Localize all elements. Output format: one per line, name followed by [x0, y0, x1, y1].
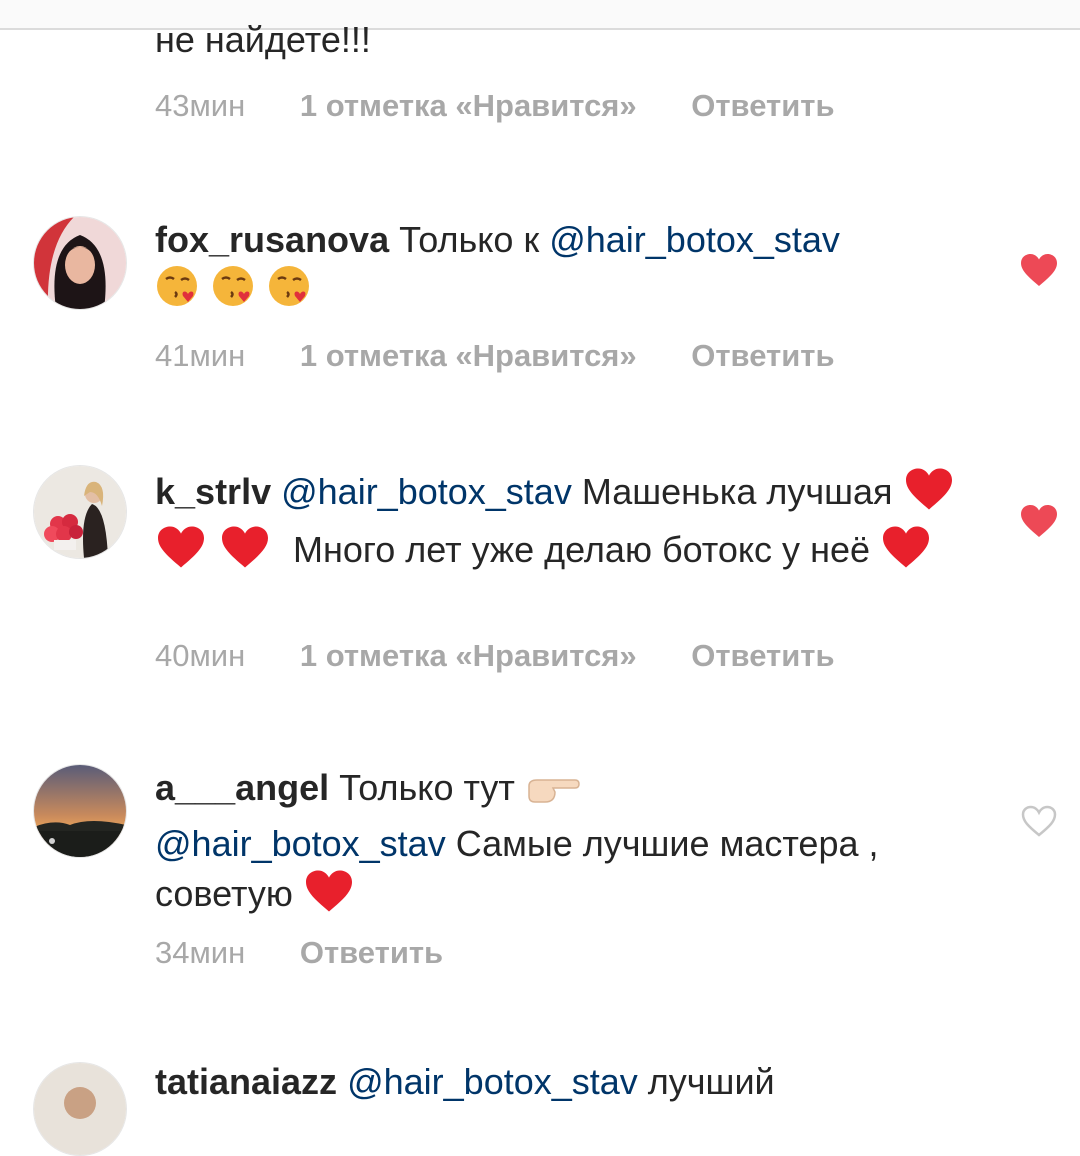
likes-count-link[interactable]: 1 отметка «Нравится»	[300, 88, 637, 123]
reply-button[interactable]: Ответить	[691, 88, 834, 123]
reply-button[interactable]: Ответить	[300, 935, 443, 970]
comment-time: 43мин	[155, 88, 246, 123]
red-heart-emoji	[155, 524, 207, 582]
comment-body: лучший	[637, 1061, 775, 1102]
mention-link[interactable]: @hair_botox_stav	[549, 219, 840, 260]
kissing-heart-emoji	[267, 264, 311, 320]
kissing-heart-emoji	[211, 264, 255, 320]
username-link[interactable]: k_strlv	[155, 471, 271, 512]
likes-count-link[interactable]: 1 отметка «Нравится»	[300, 638, 637, 673]
comment-meta: 43мин 1 отметка «Нравится» Ответить	[155, 88, 881, 124]
likes-count-link[interactable]: 1 отметка «Нравится»	[300, 338, 637, 373]
avatar[interactable]	[33, 216, 127, 310]
comment-text: a___angel Только тут @hair_botox_stav Са…	[155, 764, 975, 926]
mention-link[interactable]: @hair_botox_stav	[281, 471, 572, 512]
pointing-hand-emoji	[525, 772, 581, 820]
comment-time: 40мин	[155, 638, 246, 673]
mention-link[interactable]: @hair_botox_stav	[347, 1061, 638, 1102]
comment-time: 34мин	[155, 935, 246, 970]
comment-meta: 34мин Ответить	[155, 935, 489, 971]
username-link[interactable]: a___angel	[155, 767, 329, 808]
username-link[interactable]: fox_rusanova	[155, 219, 389, 260]
avatar[interactable]	[33, 1062, 127, 1156]
mention-link[interactable]: @hair_botox_stav	[155, 823, 446, 864]
comment-body: Машенька лучшая	[571, 471, 903, 512]
avatar[interactable]	[33, 764, 127, 858]
red-heart-emoji	[880, 524, 932, 582]
comment-body: Только тут	[329, 767, 525, 808]
like-heart-icon[interactable]	[1019, 252, 1059, 288]
reply-button[interactable]: Ответить	[691, 338, 834, 373]
like-heart-icon[interactable]	[1019, 503, 1059, 539]
comment-body: Только к	[389, 219, 550, 260]
comment-time: 41мин	[155, 338, 246, 373]
kissing-heart-emoji	[155, 264, 199, 320]
red-heart-emoji	[303, 868, 355, 926]
red-heart-emoji	[903, 466, 955, 524]
comment-text: fox_rusanova Только к @hair_botox_stav	[155, 216, 975, 320]
comment-text: k_strlv @hair_botox_stav Машенька лучшая…	[155, 466, 975, 582]
red-heart-emoji	[219, 524, 271, 582]
like-heart-outline-icon[interactable]	[1019, 803, 1059, 839]
username-link[interactable]: tatianaiazz	[155, 1061, 337, 1102]
comment-meta: 41мин 1 отметка «Нравится» Ответить	[155, 338, 881, 374]
reply-button[interactable]: Ответить	[691, 638, 834, 673]
avatar[interactable]	[33, 465, 127, 559]
comment-text: не найдете!!!	[155, 19, 371, 60]
comment-text: tatianaiazz @hair_botox_stav лучший	[155, 1058, 975, 1106]
comment-body: Много лет уже делаю ботокс у неё	[283, 529, 880, 570]
comment-meta: 40мин 1 отметка «Нравится» Ответить	[155, 638, 881, 674]
